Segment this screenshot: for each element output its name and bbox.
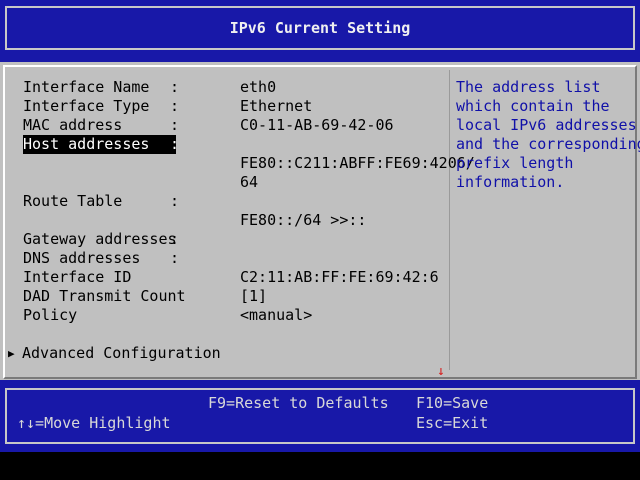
mac-address-label: MAC address — [23, 116, 123, 134]
dad-transmit-count-label: DAD Transmit Count — [23, 287, 186, 305]
scroll-down-arrow-icon[interactable]: ↓ — [437, 365, 445, 378]
colon: : — [170, 78, 180, 96]
page-title: IPv6 Current Setting — [229, 19, 411, 37]
interface-name-label: Interface Name — [23, 78, 150, 96]
help-text-line: information. — [456, 173, 565, 191]
key-help-box: F9=Reset to Defaults F10=Save ↑↓=Move Hi… — [5, 388, 635, 444]
help-text-line: The address list — [456, 78, 601, 96]
interface-id-value: C2:11:AB:FF:FE:69:42:6 — [240, 268, 439, 286]
help-text-line: which contain the — [456, 97, 610, 115]
colon: : — [170, 230, 180, 248]
interface-type-label: Interface Type — [23, 97, 150, 115]
title-box: IPv6 Current Setting — [5, 6, 635, 50]
colon: : — [170, 97, 180, 115]
interface-type-value: Ethernet — [240, 97, 313, 115]
host-addresses-label: Host addresses — [23, 135, 150, 153]
title-bar: IPv6 Current Setting — [0, 0, 640, 62]
host-address-value: FE80::C211:ABFF:FE69:4206/ — [240, 154, 475, 172]
help-text-line: and the corresponding — [456, 135, 640, 153]
colon: : — [170, 192, 180, 210]
advanced-configuration-item[interactable]: ▶ Advanced Configuration — [8, 344, 221, 363]
mac-address-value: C0-11-AB-69-42-06 — [240, 116, 394, 134]
gateway-addresses-label[interactable]: Gateway addresses — [23, 230, 177, 249]
reset-defaults-hint[interactable]: F9=Reset to Defaults — [208, 394, 389, 413]
bottom-margin — [0, 452, 640, 480]
help-divider — [449, 70, 450, 370]
settings-panel: Interface Name : eth0 Interface Type : E… — [0, 62, 640, 380]
submenu-arrow-icon: ▶ — [8, 347, 15, 360]
route-table-value: FE80::/64 >>:: — [240, 211, 367, 229]
bios-screen: IPv6 Current Setting Interface Name : et… — [0, 0, 640, 480]
colon: : — [170, 116, 180, 134]
policy-label: Policy — [23, 306, 78, 324]
footer-bar: F9=Reset to Defaults F10=Save ↑↓=Move Hi… — [0, 380, 640, 452]
exit-hint[interactable]: Esc=Exit — [416, 414, 488, 433]
colon: : — [170, 135, 180, 153]
save-hint[interactable]: F10=Save — [416, 394, 488, 413]
help-text-line: prefix length — [456, 154, 574, 172]
host-address-prefix: 64 — [240, 173, 259, 191]
policy-value: <manual> — [240, 306, 313, 324]
interface-name-value: eth0 — [240, 78, 277, 96]
colon: : — [170, 249, 180, 267]
advanced-configuration-label: Advanced Configuration — [22, 344, 221, 362]
dns-addresses-label[interactable]: DNS addresses — [23, 249, 140, 268]
help-text-line: local IPv6 addresses — [456, 116, 637, 134]
dad-transmit-count-value: [1] — [240, 287, 268, 305]
route-table-label[interactable]: Route Table — [23, 192, 122, 211]
move-highlight-hint: ↑↓=Move Highlight — [17, 414, 171, 432]
interface-id-label: Interface ID — [23, 268, 132, 286]
host-addresses-item[interactable]: Host addresses : — [23, 135, 180, 154]
